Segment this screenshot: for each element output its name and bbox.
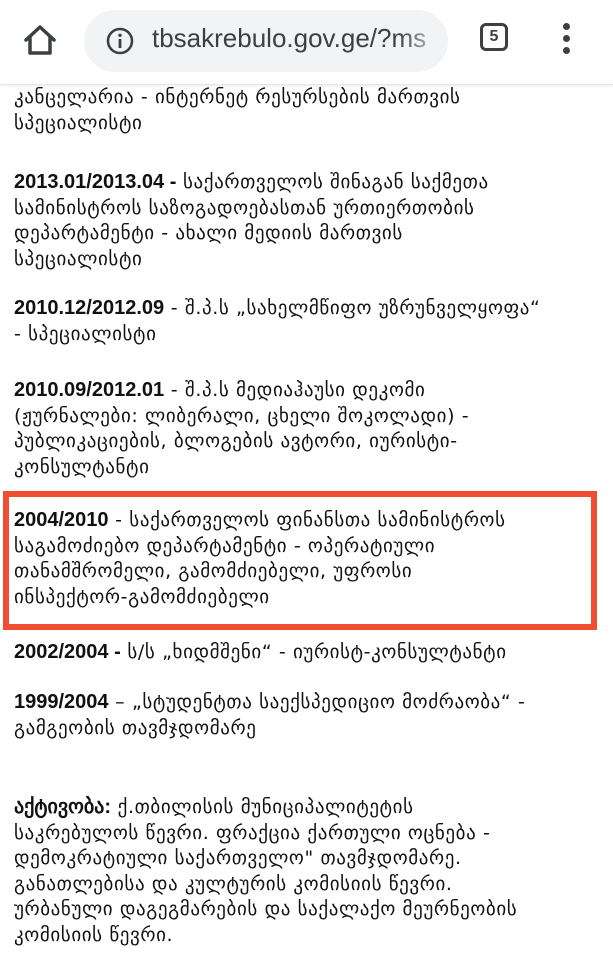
menu-dot-icon	[562, 23, 570, 30]
more-menu-button[interactable]	[556, 20, 576, 60]
list-item: 2013.01/2013.04 - საქართველოს შინაგან სა…	[14, 170, 599, 272]
activity-label: აქტივობა:	[14, 796, 111, 818]
home-button[interactable]	[20, 20, 60, 60]
entry-separator: –	[108, 691, 132, 713]
entry-text-line: შ.პ.ს „სახელმწიფო უზრუნველყოფა“	[184, 297, 541, 319]
entry-text-line: შ.პ.ს მედიაჰაუსი დეკომი	[184, 379, 426, 401]
menu-dot-icon	[562, 47, 570, 54]
entry-date: 2013.01/2013.04 -	[14, 171, 177, 193]
entry-text-line: საქართველოს ფინანსთა სამინისტროს	[129, 509, 506, 531]
home-icon	[24, 25, 56, 55]
tab-switcher-button[interactable]: 5	[480, 23, 508, 51]
url-text[interactable]: tbsakrebulo.gov.ge/?ms	[152, 23, 426, 54]
entry-text-line: ქ.თბილისის მუნიციპალიტეტის	[117, 796, 414, 818]
entry-text-line: სპეციალისტი	[14, 247, 143, 270]
entry-text-line: ს/ს „ხიდმშენი“ - იურისტ-კონსულტანტი	[127, 641, 507, 663]
list-item: 1999/2004 – „სტუდენტთა საექსპედიციო მოძრ…	[14, 690, 599, 741]
entry-text-line: დემოკრატიული საქართველო" თავმჯდომარე.	[14, 847, 462, 869]
list-item-highlighted: 2004/2010 - საქართველოს ფინანსთა სამინის…	[14, 508, 599, 610]
entry-text-line: კანცელარია - ინტერნეტ რესურსების მართვის	[14, 86, 461, 108]
entry-date: 2010.12/2012.09	[14, 297, 165, 319]
entry-separator	[111, 796, 118, 818]
entry-text-line: დეპარტამენტი - ახალი მედიის მართვის	[14, 222, 403, 244]
entry-text-line: ურბანული დაგეგმარების და საქალაქო მეურნე…	[14, 898, 518, 920]
menu-dot-icon	[562, 35, 570, 42]
entry-text-line: საგამოძიებო დეპარტამენტი - ოპერატიული	[14, 534, 436, 557]
entry-separator: -	[164, 379, 185, 401]
entry-text-line: განათლებისა და კულტურის კომისიის წევრი.	[14, 872, 453, 895]
entry-text-line: „სტუდენტთა საექსპედიციო მოძრაობა“ -	[131, 691, 526, 713]
entry-text-line: კომისიის წევრი.	[14, 923, 174, 946]
address-bar[interactable]: tbsakrebulo.gov.ge/?ms	[84, 10, 448, 72]
entry-separator: -	[164, 297, 185, 319]
activity-section: აქტივობა: ქ.თბილისის მუნიციპალიტეტის საკ…	[14, 795, 599, 948]
entry-text-line: პუბლიკაციების, ბლოგების ავტორი, იურისტი-	[14, 430, 458, 452]
entry-text-line: კონსულტანტი	[14, 455, 150, 478]
entry-text-line: - სპეციალისტი	[14, 322, 157, 345]
list-item: 2010.12/2012.09 - შ.პ.ს „სახელმწიფო უზრუ…	[14, 296, 599, 347]
entry-text-line: გამგეობის თავმჯდომარე	[14, 716, 257, 739]
list-item: კანცელარია - ინტერნეტ რესურსების მართვის…	[14, 85, 599, 136]
browser-toolbar: tbsakrebulo.gov.ge/?ms 5	[0, 0, 613, 85]
entry-text-line: საქართველოს შინაგან საქმეთა	[183, 171, 489, 193]
url-fade	[398, 10, 448, 72]
entry-text-line: სამინისტროს საზოგადოებასთან ურთიერთობის	[14, 196, 475, 219]
entry-text-line: საკრებულოს წევრი. ფრაქცია ქართული ოცნება…	[14, 821, 491, 844]
list-item: 2002/2004 - ს/ს „ხიდმშენი“ - იურისტ-კონს…	[14, 640, 599, 666]
entry-text-line: ინსპექტორ-გამომძიებელი	[14, 585, 270, 608]
entry-date: 2002/2004 -	[14, 641, 121, 663]
entry-text-line: სპეციალისტი	[14, 111, 143, 134]
entry-date: 1999/2004	[14, 691, 109, 713]
entry-date: 2004/2010	[14, 509, 109, 531]
entry-text-line: (ჟურნალები: ლიბერალი, ცხელი შოკოლადი) -	[14, 404, 470, 427]
entry-date: 2010.09/2012.01	[14, 379, 165, 401]
entry-text-line: თანამშრომელი, გამომძიებელი, უფროსი	[14, 560, 413, 582]
list-item: 2010.09/2012.01 - შ.პ.ს მედიაჰაუსი დეკომ…	[14, 378, 599, 480]
info-icon[interactable]	[106, 27, 134, 55]
entry-separator: -	[108, 509, 130, 531]
